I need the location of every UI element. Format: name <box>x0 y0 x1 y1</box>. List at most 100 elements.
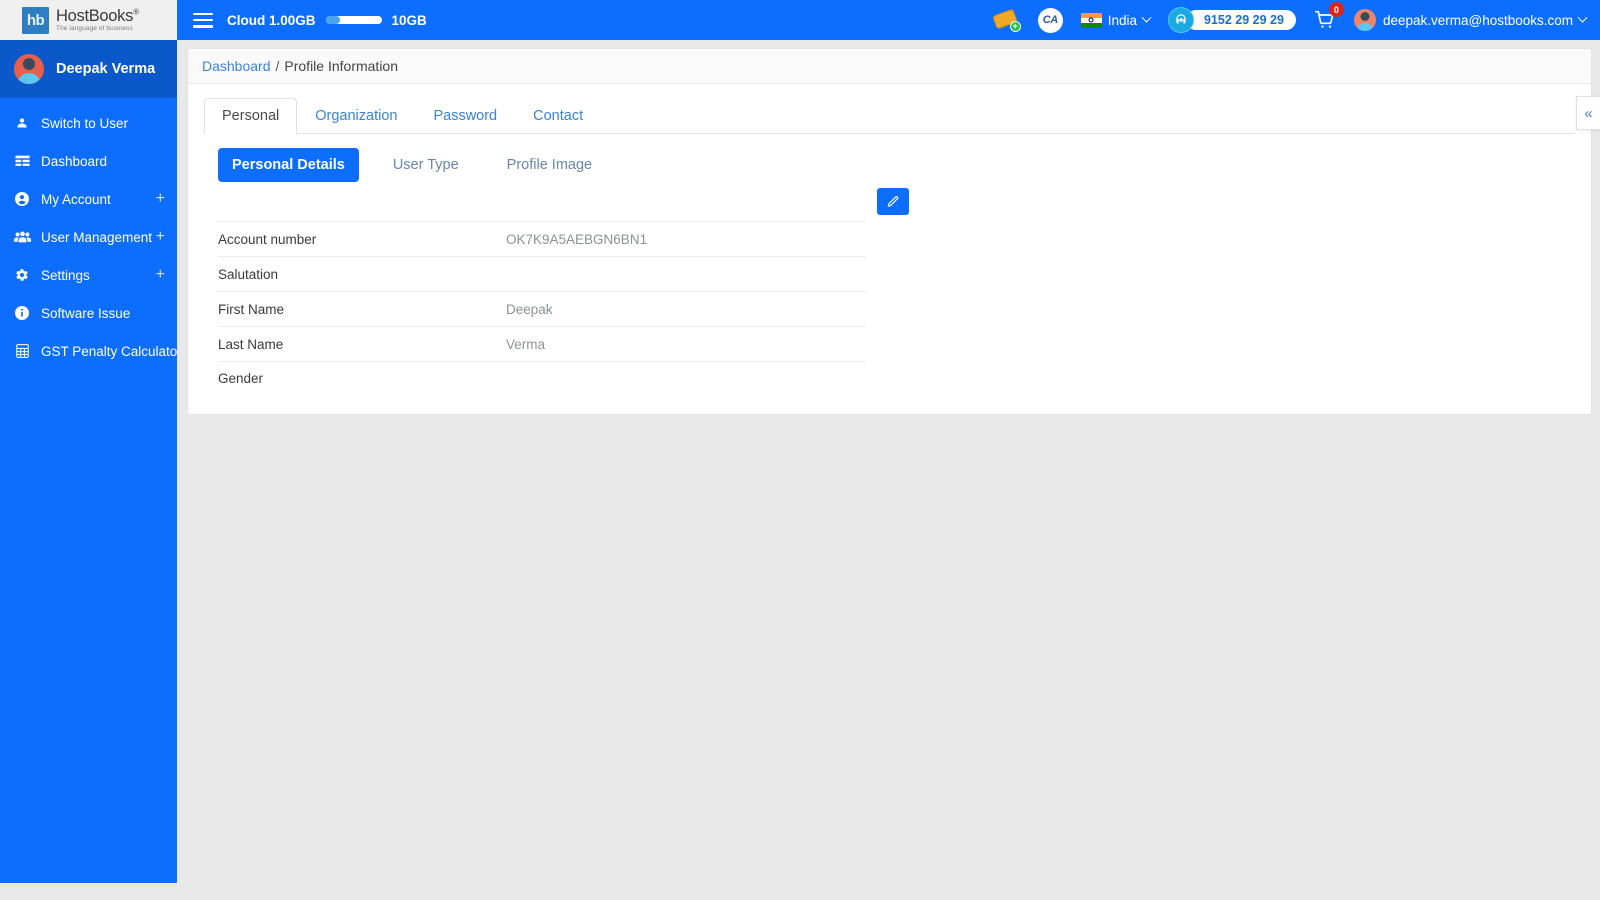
shopping-cart-button[interactable]: 0 <box>1314 2 1344 30</box>
user-account-menu[interactable]: deepak.verma@hostbooks.com <box>1353 9 1588 31</box>
hamburger-menu-icon[interactable] <box>193 12 213 28</box>
cloud-storage-progress-fill <box>325 16 340 24</box>
avatar-body-shape <box>17 73 41 84</box>
users-group-glyph <box>13 231 31 242</box>
user-glyph <box>17 118 27 128</box>
detail-label: Account number <box>218 231 317 247</box>
sidebar-item-label: User Management <box>41 229 153 245</box>
profile-information-card: Dashboard / Profile Information Personal… <box>187 48 1592 415</box>
panel-collapse-toggle[interactable]: « <box>1576 96 1600 130</box>
sidebar-item-label: Dashboard <box>41 153 108 169</box>
main-content-area: Dashboard / Profile Information Personal… <box>177 40 1600 900</box>
personal-subtabs: Personal Details User Type Profile Image <box>204 134 1575 188</box>
detail-label: Salutation <box>218 266 279 282</box>
table-row: Account number OK7K9A5AEBGN6BN1 <box>218 221 866 256</box>
user-email-label: deepak.verma@hostbooks.com <box>1382 12 1573 28</box>
subtab-user-type[interactable]: User Type <box>379 148 473 182</box>
country-selector[interactable]: India <box>1080 12 1152 28</box>
sidebar-item-label: Software Issue <box>41 305 131 321</box>
user-icon <box>12 116 32 130</box>
dashboard-glyph <box>14 155 30 166</box>
personal-details-table: Account number OK7K9A5AEBGN6BN1 Salutati… <box>218 221 866 396</box>
sidebar-item-software-issue[interactable]: Software Issue <box>0 294 177 332</box>
sidebar-item-label: My Account <box>41 191 111 207</box>
sidebar-profile-name: Deepak Verma <box>56 61 156 77</box>
detail-label: Gender <box>218 371 264 386</box>
support-phone-number[interactable]: 9152 29 29 29 <box>1185 10 1296 30</box>
sidebar-item-gst-penalty-calculator[interactable]: GST Penalty Calculator <box>0 332 182 370</box>
table-row: Salutation <box>218 256 866 291</box>
expand-plus-icon[interactable]: + <box>156 229 165 245</box>
add-ticket-icon: + <box>991 8 1021 32</box>
breadcrumb: Dashboard / Profile Information <box>188 49 1591 84</box>
sidebar-item-my-account[interactable]: My Account + <box>0 180 177 218</box>
breadcrumb-dashboard-link[interactable]: Dashboard <box>202 58 271 74</box>
profile-card-body: Personal Organization Password Contact P… <box>188 84 1591 414</box>
gear-icon <box>12 268 32 282</box>
country-label: India <box>1107 12 1137 28</box>
cloud-storage-used-label: Cloud 1.00GB <box>227 12 316 28</box>
headset-glyph <box>1176 14 1186 24</box>
edit-profile-button[interactable] <box>877 188 909 215</box>
avatar-body-shape <box>1356 23 1374 31</box>
sidebar-navigation: Deepak Verma Switch to User Dashboard My… <box>0 40 182 883</box>
sidebar-item-dashboard[interactable]: Dashboard <box>0 142 177 180</box>
ashoka-chakra-icon <box>1088 17 1094 23</box>
brand-name-text: HostBooks <box>56 6 134 25</box>
pencil-edit-icon <box>887 195 899 207</box>
detail-value: Deepak <box>506 301 553 317</box>
cloud-storage-total-label: 10GB <box>391 12 427 28</box>
sidebar-item-user-management[interactable]: User Management + <box>0 218 177 256</box>
brand-tagline: The language of business <box>56 24 133 32</box>
tab-password[interactable]: Password <box>415 98 515 134</box>
india-flag-icon <box>1080 12 1102 28</box>
chevron-down-icon <box>1577 12 1588 23</box>
tab-organization[interactable]: Organization <box>297 98 415 134</box>
cart-count-badge: 0 <box>1328 2 1344 17</box>
ca-icon: CA <box>1037 7 1063 33</box>
table-row: First Name Deepak <box>218 291 866 326</box>
brand-logo[interactable]: hb HostBooks® The language of business <box>0 0 177 40</box>
subtab-personal-details[interactable]: Personal Details <box>218 148 359 182</box>
breadcrumb-current-page: Profile Information <box>284 58 398 74</box>
sidebar-item-switch-to-user[interactable]: Switch to User <box>0 104 177 142</box>
avatar-head-shape <box>1360 12 1370 21</box>
gear-glyph <box>16 269 28 281</box>
dashboard-icon <box>12 155 32 168</box>
expand-plus-icon[interactable]: + <box>156 267 165 283</box>
tab-contact[interactable]: Contact <box>515 98 601 134</box>
expand-plus-icon[interactable]: + <box>156 191 165 207</box>
ca-connect-button[interactable]: CA <box>1037 7 1063 33</box>
detail-label: First Name <box>218 301 285 317</box>
tab-personal[interactable]: Personal <box>204 98 298 134</box>
calculator-glyph <box>15 344 29 358</box>
hamburger-bar <box>193 12 213 15</box>
user-avatar-icon <box>1353 9 1376 31</box>
top-navigation-bar: hb HostBooks® The language of business C… <box>0 0 1600 40</box>
subtab-profile-image[interactable]: Profile Image <box>493 148 606 182</box>
sidebar-profile[interactable]: Deepak Verma <box>0 40 177 98</box>
table-row: Gender <box>218 361 866 396</box>
info-glyph <box>15 306 29 320</box>
detail-label: Last Name <box>218 336 284 352</box>
hamburger-bar <box>193 25 213 28</box>
account-circle-glyph <box>15 192 29 206</box>
support-phone-widget[interactable]: 9152 29 29 29 <box>1167 7 1296 33</box>
account-circle-icon <box>12 192 32 206</box>
hostbooks-logo-mark: hb <box>22 6 49 34</box>
cloud-storage-progress-bar <box>325 16 382 24</box>
headset-icon <box>1167 7 1194 33</box>
avatar-head-shape <box>23 58 35 70</box>
sidebar-menu-list: Switch to User Dashboard My Account + Us… <box>0 98 182 370</box>
add-ticket-button[interactable]: + <box>991 8 1021 32</box>
chevron-down-icon <box>1141 12 1152 23</box>
users-group-icon <box>12 231 32 244</box>
hamburger-bar <box>193 18 213 22</box>
calculator-icon <box>12 344 32 358</box>
brand-name: HostBooks® <box>56 8 139 25</box>
sidebar-item-settings[interactable]: Settings + <box>0 256 177 294</box>
sidebar-item-label: Settings <box>41 267 90 283</box>
detail-value: Verma <box>506 336 546 352</box>
user-avatar-icon <box>14 54 44 84</box>
registered-trademark-icon: ® <box>133 7 139 17</box>
